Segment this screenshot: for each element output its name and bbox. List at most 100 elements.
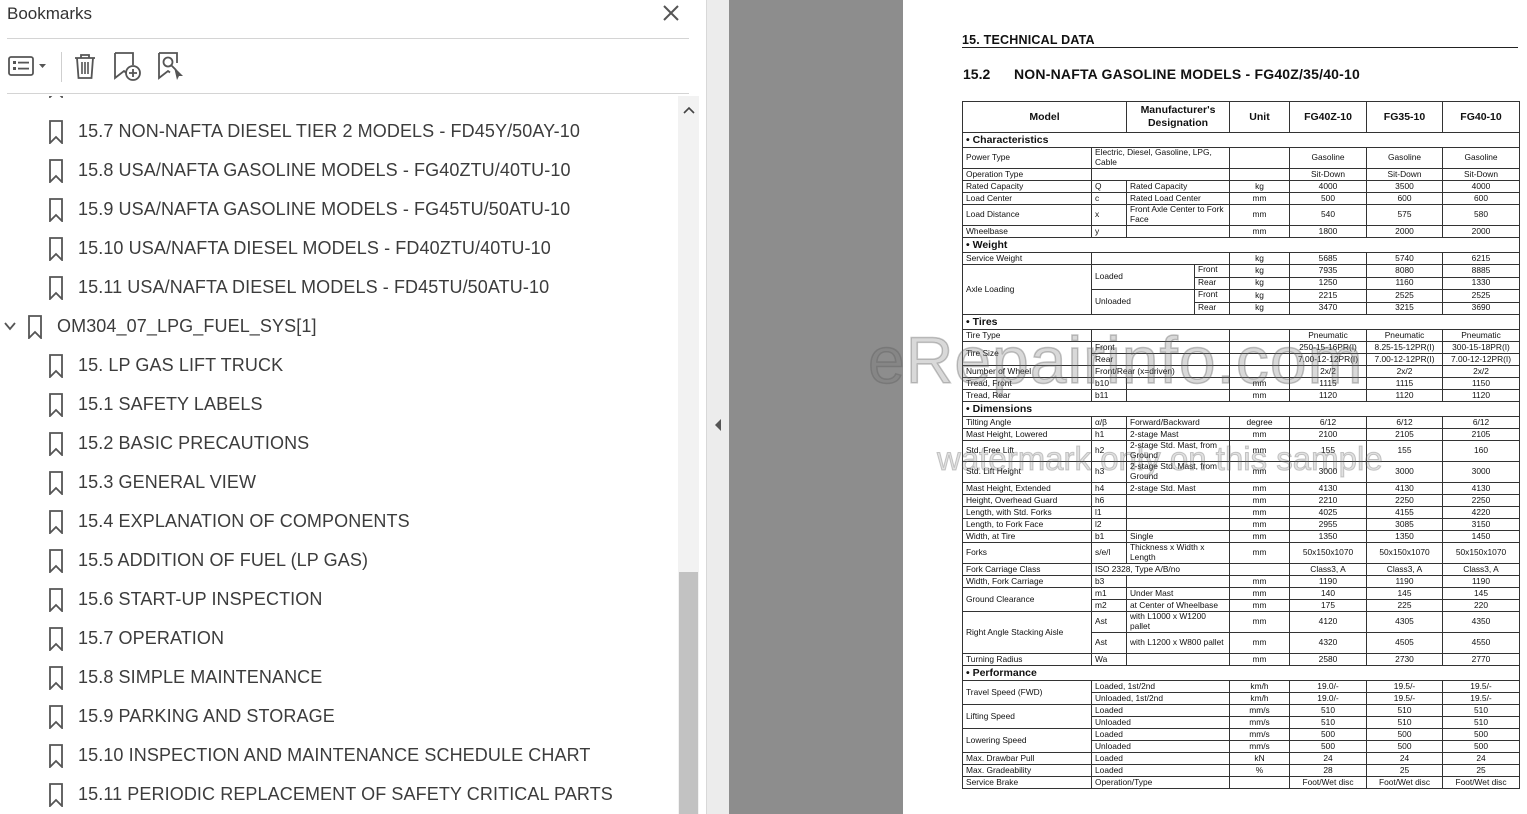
add-bookmark-button[interactable] xyxy=(110,50,144,82)
cell: 1190 xyxy=(1289,575,1367,588)
cell xyxy=(1229,563,1290,576)
cell-text: Rear xyxy=(1198,301,1217,312)
cell: 5685 xyxy=(1289,252,1367,265)
table-row: Number of Wheel Front/Rear (x=driven) 2x… xyxy=(962,365,1520,378)
cell: Service Weight xyxy=(962,252,1092,265)
cell: c xyxy=(1091,192,1127,205)
cell: with L1200 x W800 pallet xyxy=(1126,632,1230,654)
cell: 155 xyxy=(1289,440,1367,462)
cell: Ast xyxy=(1091,611,1127,633)
bookmark-item[interactable]: 15.9 USA/NAFTA GASOLINE MODELS - FG45TU/… xyxy=(0,190,676,229)
bookmark-item[interactable]: 15.1 SAFETY LABELS xyxy=(0,385,676,424)
chevron-down-icon[interactable] xyxy=(3,319,17,333)
close-icon[interactable] xyxy=(660,0,682,26)
cell: 8080 xyxy=(1366,264,1443,278)
bookmark-label: 15.11 PERIODIC REPLACEMENT OF SAFETY CRI… xyxy=(78,784,613,804)
cell: 4220 xyxy=(1442,506,1520,519)
cell: b1 xyxy=(1091,530,1127,543)
bookmark-item[interactable]: 15.11 USA/NAFTA DIESEL MODELS - FD45TU/5… xyxy=(0,268,676,307)
bookmark-item[interactable]: 15.2 BASIC PRECAUTIONS xyxy=(0,424,676,463)
divider xyxy=(7,38,689,39)
cell: 145 xyxy=(1442,587,1520,600)
cell: 145 xyxy=(1366,587,1443,600)
bookmark-icon xyxy=(49,393,63,417)
bookmark-icon xyxy=(49,510,63,534)
bookmark-item[interactable]: 15.11 PERIODIC REPLACEMENT OF SAFETY CRI… xyxy=(0,775,676,814)
cell: Unloaded xyxy=(1091,740,1230,753)
cell: 2525 xyxy=(1366,289,1443,303)
scroll-up-button[interactable] xyxy=(678,100,699,120)
bookmark-icon xyxy=(49,198,63,222)
cell: mm xyxy=(1229,440,1290,462)
cell: 4120 xyxy=(1289,611,1367,633)
cell: b11 xyxy=(1091,389,1127,402)
cell xyxy=(1126,506,1230,519)
cell xyxy=(1126,575,1230,588)
bookmark-item-parent[interactable]: OM304_07_LPG_FUEL_SYS[1] xyxy=(0,307,676,346)
cell: mm/s xyxy=(1229,704,1290,717)
cell: Max. Gradeability xyxy=(962,764,1092,777)
table-row: Right Angle Stacking Aisle Ast with L100… xyxy=(962,611,1520,654)
spec-table: Model Manufacturer's Designation Unit FG… xyxy=(962,101,1520,789)
cell: b3 xyxy=(1091,575,1127,588)
table-row: Ground Clearance m1 Under Mast mm 140 14… xyxy=(962,587,1520,612)
cell: 155 xyxy=(1366,440,1443,462)
cell: Operation Type xyxy=(962,168,1092,181)
cell: 2210 xyxy=(1289,494,1367,507)
cell: 160 xyxy=(1442,440,1520,462)
delete-bookmark-button[interactable] xyxy=(70,50,100,82)
header-designation: Manufacturer's Designation xyxy=(1126,101,1230,133)
cell: Foot/Wet disc xyxy=(1442,776,1520,789)
bookmark-item[interactable]: 15.8 USA/NAFTA GASOLINE MODELS - FG40ZTU… xyxy=(0,151,676,190)
bookmark-item[interactable]: 15.5 ADDITION OF FUEL (LP GAS) xyxy=(0,541,676,580)
scrollbar-thumb[interactable] xyxy=(679,572,698,814)
cell: 1350 xyxy=(1289,530,1367,543)
cell: 2-stage Std. Mast xyxy=(1126,482,1230,495)
cell: Forks xyxy=(962,542,1092,564)
cell: 2x/2 xyxy=(1289,365,1367,378)
cell: 3000 xyxy=(1289,461,1367,483)
cell: 500 xyxy=(1289,192,1367,205)
cell: Under Mast xyxy=(1126,587,1230,600)
cell-text: Unloaded xyxy=(1095,296,1131,307)
bookmark-item[interactable]: 15.8 SIMPLE MAINTENANCE xyxy=(0,658,676,697)
cell: Forward/Backward xyxy=(1126,416,1230,429)
cell xyxy=(1229,776,1290,789)
bookmarks-scrollbar[interactable] xyxy=(678,96,699,814)
bookmark-item[interactable]: 15.6 START-UP INSPECTION xyxy=(0,580,676,619)
cell: 2580 xyxy=(1289,653,1367,666)
cell: 4505 xyxy=(1366,632,1443,654)
bookmark-item[interactable]: 15.9 PARKING AND STORAGE xyxy=(0,697,676,736)
options-menu-button[interactable] xyxy=(6,50,50,82)
bookmark-item[interactable]: 15.7 NON-NAFTA DIESEL TIER 2 MODELS - FD… xyxy=(0,112,676,151)
cell: 1115 xyxy=(1366,377,1443,390)
cell: 19.5/- xyxy=(1442,680,1520,693)
bookmark-item[interactable]: 15.10 USA/NAFTA DIESEL MODELS - FD40ZTU/… xyxy=(0,229,676,268)
bookmark-item[interactable]: 15. LP GAS LIFT TRUCK xyxy=(0,346,676,385)
subsection-title: NON-NAFTA GASOLINE MODELS - FG40Z/35/40-… xyxy=(1014,66,1360,82)
cell: h3 xyxy=(1091,461,1127,483)
bookmark-item-clipped[interactable] xyxy=(0,96,676,105)
cell: 2215 xyxy=(1289,289,1367,303)
cell: 3000 xyxy=(1442,461,1520,483)
cell: Load Center xyxy=(962,192,1092,205)
section-row: • Weight xyxy=(962,237,1520,253)
cell: 2105 xyxy=(1366,428,1443,441)
cell-text: Front xyxy=(1195,291,1229,303)
cell: Loaded xyxy=(1091,764,1230,777)
bookmark-item[interactable]: 15.4 EXPLANATION OF COMPONENTS xyxy=(0,502,676,541)
bookmark-item[interactable]: 15.7 OPERATION xyxy=(0,619,676,658)
cell: 3085 xyxy=(1366,518,1443,531)
find-bookmark-button[interactable] xyxy=(154,50,188,82)
bookmark-icon xyxy=(49,588,63,612)
table-row: Lowering Speed Loaded mm/s 500 500 500 xyxy=(962,728,1520,753)
bookmark-item[interactable]: 15.10 INSPECTION AND MAINTENANCE SCHEDUL… xyxy=(0,736,676,775)
search-bookmark-icon xyxy=(158,52,183,80)
cell xyxy=(1126,494,1230,507)
cell: Power Type xyxy=(962,147,1092,169)
bookmark-item[interactable]: 15.3 GENERAL VIEW xyxy=(0,463,676,502)
pdf-viewer: Bookmarks 15.7 NON-NAFTA DIESEL TIER 2 M… xyxy=(0,0,1527,814)
collapse-arrow-icon[interactable] xyxy=(713,417,723,433)
cell: 500 xyxy=(1442,728,1520,741)
panel-splitter[interactable] xyxy=(706,0,729,814)
